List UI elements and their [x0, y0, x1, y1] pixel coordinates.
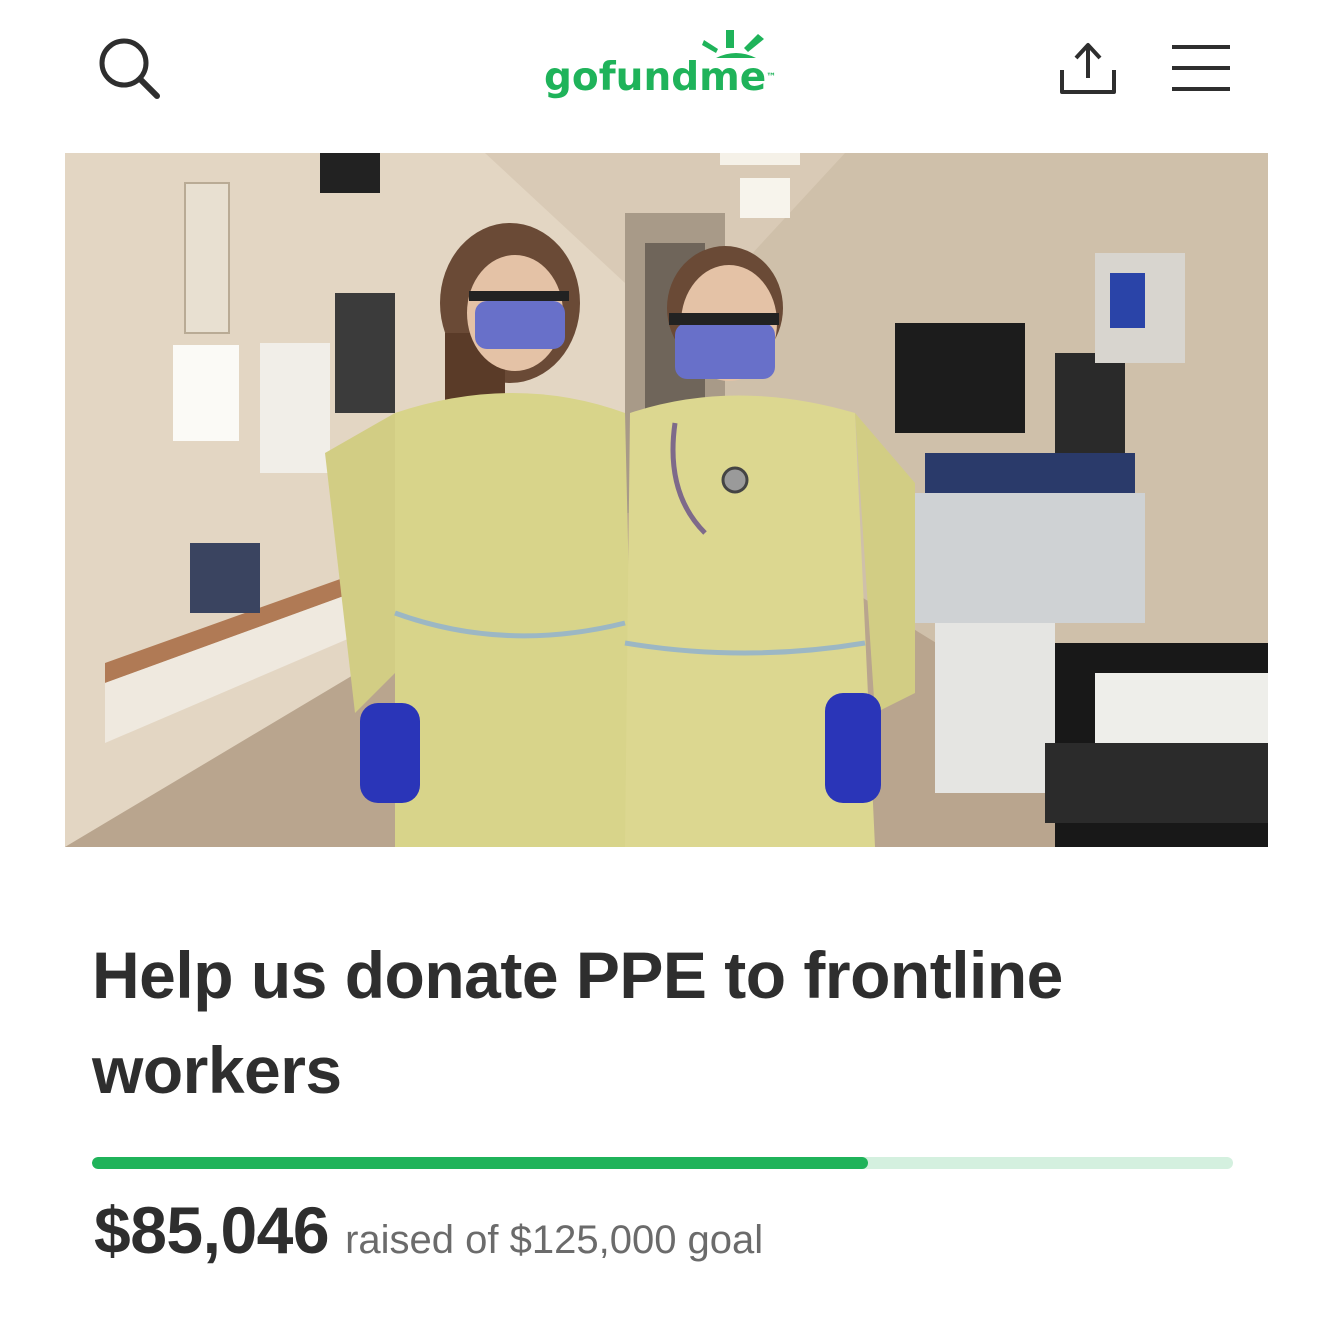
campaign-title: Help us donate PPE to frontline workers: [92, 938, 1063, 1107]
logo-trademark: ™: [766, 72, 777, 83]
amount-raised: $85,046: [94, 1193, 330, 1267]
menu-button[interactable]: [1168, 42, 1234, 94]
share-icon: [1060, 43, 1116, 94]
progress-bar-fill: [92, 1157, 868, 1169]
hero-photo: [65, 153, 1268, 847]
search-button[interactable]: [94, 36, 164, 102]
funding-summary: $85,046 raised of $125,000 goal: [94, 1192, 763, 1268]
progress-bar: [92, 1157, 1233, 1169]
logo-text-prefix: gofund: [544, 55, 700, 100]
logo-text-suffix: me: [699, 55, 767, 100]
campaign-hero-image[interactable]: [65, 153, 1268, 847]
gofundme-logo[interactable]: gofundme™: [536, 28, 786, 108]
share-button[interactable]: [1056, 38, 1120, 98]
search-icon: [99, 38, 160, 99]
top-bar: gofundme™: [0, 0, 1333, 140]
menu-icon: [1172, 45, 1230, 91]
goal-text: raised of $125,000 goal: [345, 1218, 764, 1262]
logo-wordmark: gofundme™: [544, 54, 776, 102]
